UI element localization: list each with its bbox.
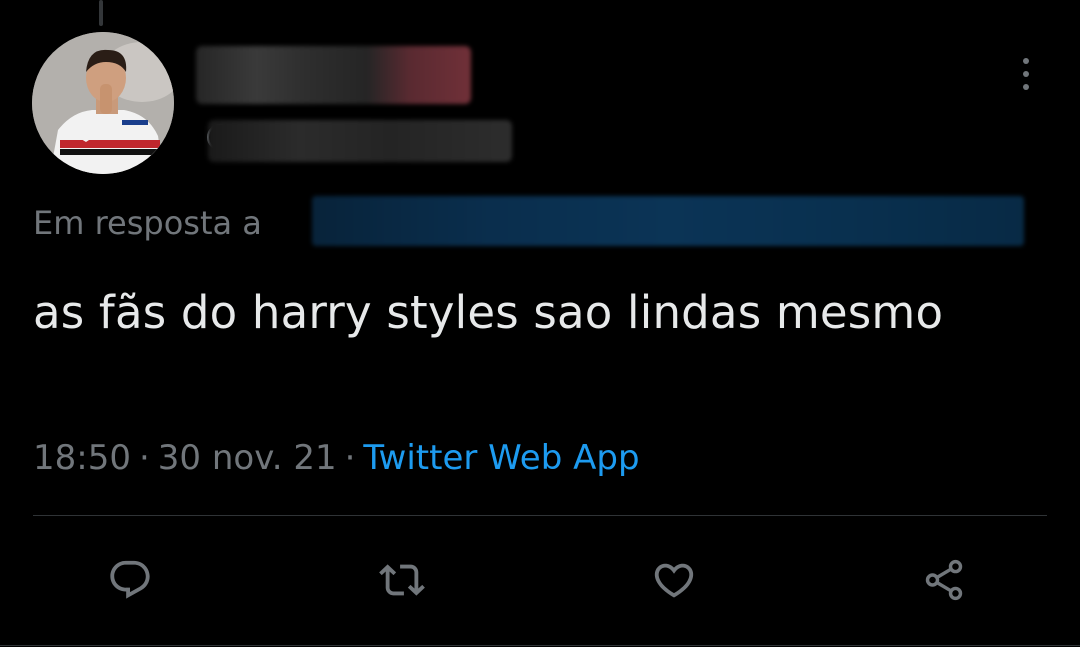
reply-prefix: Em resposta a	[33, 204, 262, 242]
meta-separator: ·	[344, 438, 356, 478]
display-name-redacted[interactable]	[196, 46, 471, 104]
more-icon-dot	[1023, 71, 1029, 77]
share-icon	[925, 559, 963, 601]
tweet-date[interactable]: 30 nov. 21	[158, 438, 337, 478]
reply-target-redacted[interactable]	[312, 196, 1024, 246]
username-redacted[interactable]	[208, 120, 512, 162]
avatar[interactable]	[32, 32, 174, 174]
like-button[interactable]	[648, 556, 700, 604]
like-icon	[654, 563, 694, 598]
reply-context: Em resposta a	[33, 204, 262, 242]
meta-separator: ·	[138, 438, 150, 478]
tweet-time[interactable]: 18:50	[33, 438, 131, 478]
tweet-source-link[interactable]: Twitter Web App	[363, 438, 639, 478]
more-options-button[interactable]	[1010, 52, 1042, 96]
tweet-text: as fãs do harry styles sao lindas mesmo	[33, 286, 944, 339]
reply-button[interactable]	[104, 556, 156, 604]
more-icon	[1023, 58, 1029, 64]
divider	[33, 515, 1047, 516]
avatar-image	[32, 32, 174, 174]
share-button[interactable]	[918, 556, 970, 604]
thread-connector-line	[99, 0, 103, 26]
retweet-button[interactable]	[376, 556, 428, 604]
more-icon-dot	[1023, 84, 1029, 90]
tweet-meta: 18:50 · 30 nov. 21 · Twitter Web App	[33, 438, 640, 478]
retweet-icon	[379, 564, 425, 596]
reply-icon	[110, 560, 150, 599]
bottom-divider	[0, 645, 1080, 646]
